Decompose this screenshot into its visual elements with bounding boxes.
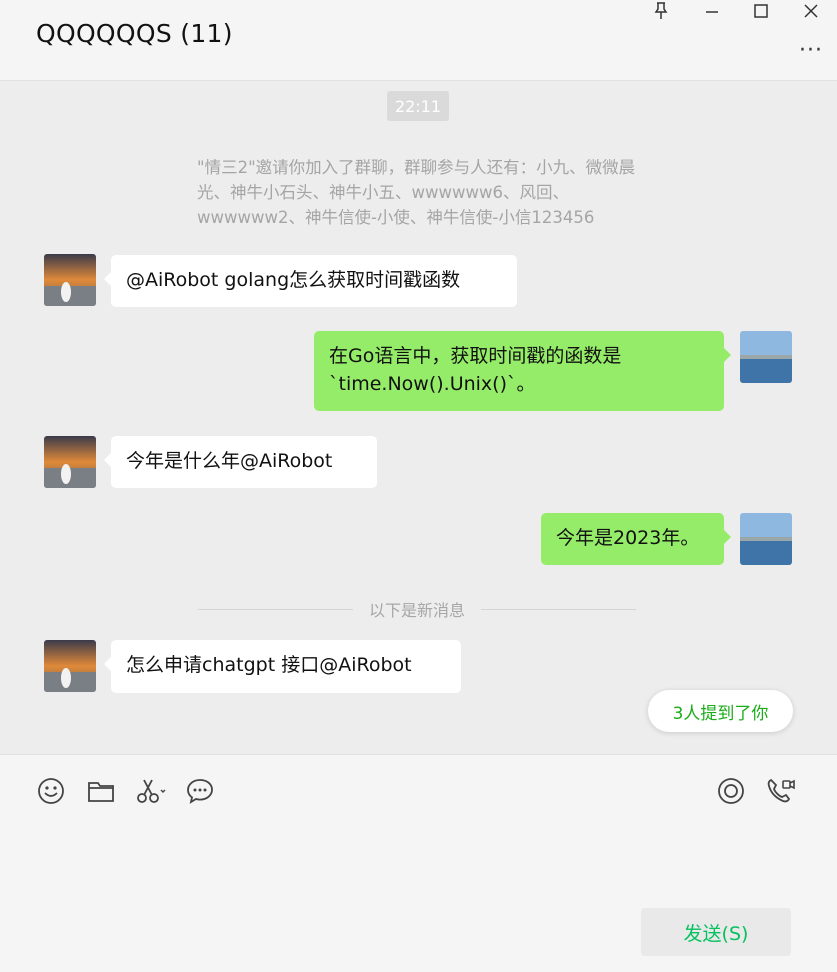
mentions-pill[interactable]: 3人提到了你 bbox=[648, 690, 793, 732]
message-bubble-incoming[interactable]: @AiRobot golang怎么获取时间戳函数 bbox=[104, 255, 517, 307]
avatar[interactable] bbox=[740, 513, 792, 565]
message-bubble-outgoing[interactable]: 在Go语言中，获取时间戳的函数是`time.Now().Unix()`。 bbox=[314, 331, 731, 411]
emoji-icon[interactable] bbox=[35, 775, 67, 807]
message-list[interactable]: 22:11 "情三2"邀请你加入了群聊，群聊参与人还有：小九、微微晨光、神牛小石… bbox=[0, 81, 837, 754]
chat-history-icon[interactable] bbox=[184, 775, 216, 807]
scissors-icon[interactable] bbox=[135, 775, 167, 807]
avatar[interactable] bbox=[44, 254, 96, 306]
chat-header: QQQQQQS (11) ··· bbox=[0, 0, 837, 81]
folder-icon[interactable] bbox=[85, 775, 117, 807]
system-message: "情三2"邀请你加入了群聊，群聊参与人还有：小九、微微晨光、神牛小石头、神牛小五… bbox=[197, 158, 636, 227]
message-bubble-outgoing[interactable]: 今年是2023年。 bbox=[541, 513, 731, 565]
video-call-icon[interactable] bbox=[765, 775, 797, 807]
avatar[interactable] bbox=[44, 640, 96, 692]
chat-title: QQQQQQS (11) bbox=[36, 19, 233, 48]
minimize-icon[interactable] bbox=[692, 0, 732, 22]
avatar[interactable] bbox=[44, 436, 96, 488]
close-icon[interactable] bbox=[791, 0, 831, 22]
maximize-icon[interactable] bbox=[741, 0, 781, 22]
new-messages-label: 以下是新消息 bbox=[369, 601, 466, 620]
send-button[interactable]: 发送(S) bbox=[641, 908, 791, 956]
message-bubble-incoming[interactable]: 今年是什么年@AiRobot bbox=[104, 436, 377, 488]
live-icon[interactable] bbox=[715, 775, 747, 807]
avatar[interactable] bbox=[740, 331, 792, 383]
new-messages-divider: 以下是新消息 bbox=[198, 597, 637, 621]
timestamp-chip: 22:11 bbox=[387, 91, 449, 121]
more-icon[interactable]: ··· bbox=[799, 38, 823, 63]
message-bubble-incoming[interactable]: 怎么申请chatgpt 接口@AiRobot bbox=[104, 640, 461, 693]
pin-icon[interactable] bbox=[641, 0, 681, 22]
